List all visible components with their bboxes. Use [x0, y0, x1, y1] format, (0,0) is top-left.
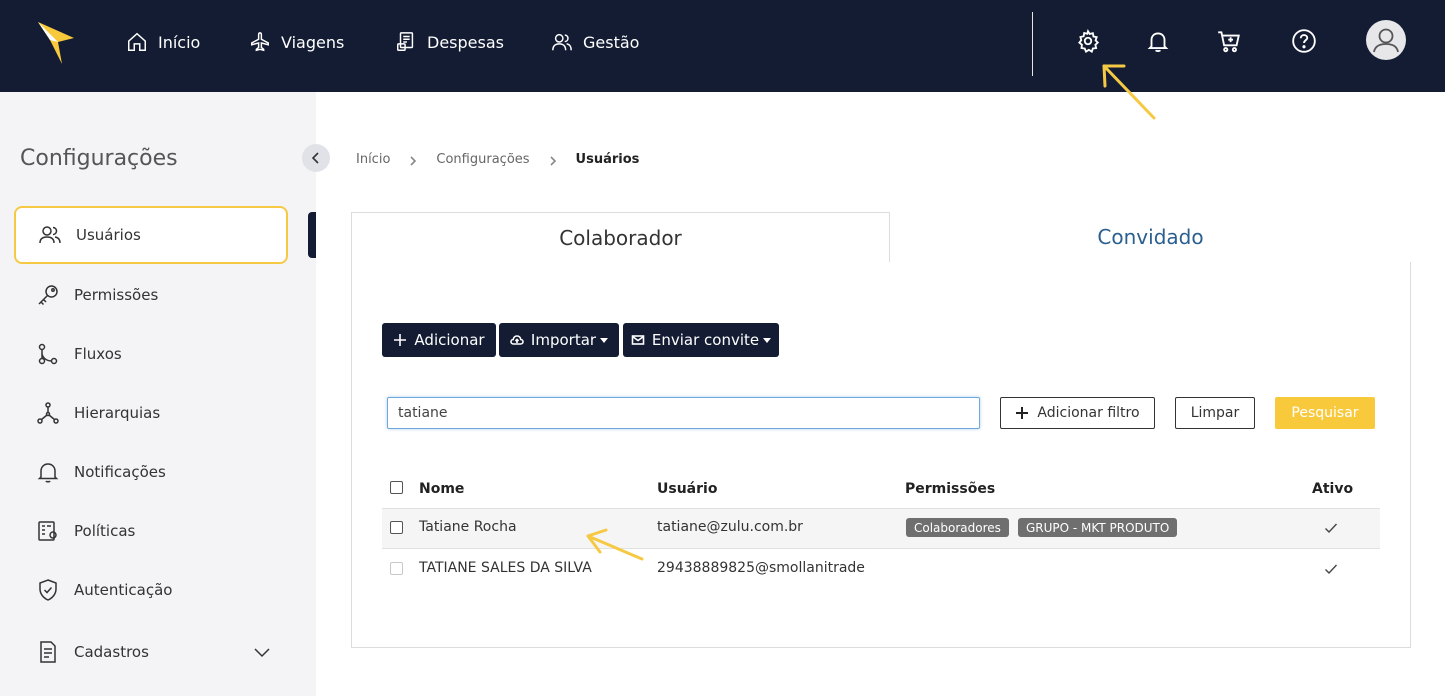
settings-button[interactable]	[1075, 28, 1101, 54]
send-invite-button[interactable]: Enviar convite	[623, 323, 779, 357]
help-button[interactable]	[1291, 28, 1317, 54]
row-checkbox[interactable]	[390, 562, 403, 575]
bell-icon	[1147, 32, 1169, 52]
breadcrumb-inicio[interactable]: Início	[356, 152, 390, 167]
tab-colaborador[interactable]: Colaborador	[351, 212, 890, 263]
sidebar-item-label: Permissões	[74, 286, 159, 304]
chevron-left-icon	[311, 152, 319, 164]
add-filter-button[interactable]: Adicionar filtro	[1000, 397, 1155, 429]
policy-icon	[38, 521, 57, 541]
nav-gestao[interactable]: Gestão	[551, 28, 639, 56]
cloud-upload-icon	[510, 335, 524, 345]
sidebar-item-fluxos[interactable]: Fluxos	[14, 325, 288, 383]
add-user-label: Adicionar	[414, 331, 485, 349]
select-all-checkbox[interactable]	[390, 481, 403, 494]
cart-button[interactable]	[1216, 28, 1242, 54]
user-avatar-icon	[1373, 28, 1399, 53]
sidebar-item-label: Políticas	[74, 522, 136, 540]
cart-icon	[1218, 31, 1240, 53]
permission-badge: GRUPO - MKT PRODUTO	[1018, 518, 1178, 537]
sidebar-item-politicas[interactable]: Políticas	[14, 502, 288, 560]
sidebar-item-label: Notificações	[74, 463, 166, 481]
caret-down-icon	[600, 337, 609, 343]
sidebar-item-permissoes[interactable]: Permissões	[14, 266, 288, 324]
receipt-icon	[397, 32, 414, 51]
search-input[interactable]	[387, 397, 980, 429]
import-button[interactable]: Importar	[499, 323, 619, 357]
chevron-down-icon[interactable]	[252, 642, 272, 662]
sidebar-item-hierarquias[interactable]: Hierarquias	[14, 384, 288, 442]
row-nome[interactable]: TATIANE SALES DA SILVA	[419, 560, 592, 576]
tab-panel	[351, 262, 1411, 648]
bell-icon	[37, 463, 59, 483]
plus-icon	[394, 334, 407, 346]
gear-icon	[1078, 28, 1100, 53]
app-logo[interactable]	[36, 20, 76, 66]
active-check-icon	[1324, 561, 1338, 575]
sidebar-title: Configurações	[20, 146, 178, 171]
sidebar-item-label: Hierarquias	[74, 404, 161, 422]
top-navbar: Início Viagens Despesas Gestão	[0, 0, 1445, 92]
active-indicator	[308, 212, 316, 258]
breadcrumb: Início Configurações Usuários	[356, 152, 639, 167]
sidebar-item-label: Autenticação	[74, 581, 173, 599]
plane-icon	[251, 32, 269, 52]
mail-icon	[631, 335, 645, 345]
chevron-right-icon	[408, 155, 418, 166]
notifications-button[interactable]	[1145, 28, 1171, 54]
row-nome[interactable]: Tatiane Rocha	[419, 519, 517, 535]
key-icon	[38, 285, 58, 306]
column-header-permissoes[interactable]: Permissões	[905, 481, 995, 497]
row-usuario: tatiane@zulu.com.br	[657, 519, 803, 535]
sidebar-item-label: Cadastros	[74, 643, 149, 661]
nav-inicio[interactable]: Início	[126, 28, 200, 56]
plus-icon	[1016, 407, 1029, 419]
column-header-usuario[interactable]: Usuário	[657, 481, 717, 497]
nav-despesas-label: Despesas	[427, 32, 504, 52]
nav-viagens-label: Viagens	[281, 32, 345, 52]
document-icon	[40, 641, 56, 663]
clear-button[interactable]: Limpar	[1175, 397, 1255, 429]
sidebar-collapse-button[interactable]	[302, 144, 330, 172]
row-usuario: 29438889825@smollanitrade	[657, 560, 865, 576]
column-header-ativo[interactable]: Ativo	[1312, 481, 1353, 497]
tab-convidado[interactable]: Convidado	[890, 212, 1411, 263]
nav-gestao-label: Gestão	[583, 32, 640, 52]
help-icon	[1292, 29, 1316, 53]
search-button[interactable]: Pesquisar	[1275, 397, 1375, 429]
nav-inicio-label: Início	[158, 32, 201, 52]
add-filter-label: Adicionar filtro	[1037, 405, 1140, 421]
permission-badge: Colaboradores	[906, 518, 1009, 537]
users-icon	[552, 33, 572, 51]
row-checkbox[interactable]	[390, 521, 403, 534]
sidebar-item-label: Usuários	[76, 226, 141, 244]
sidebar-item-notificacoes[interactable]: Notificações	[14, 443, 288, 501]
hierarchy-icon	[37, 402, 59, 424]
sidebar-item-usuarios[interactable]: Usuários	[14, 206, 288, 264]
add-user-button[interactable]: Adicionar	[382, 323, 496, 357]
breadcrumb-usuarios: Usuários	[575, 152, 640, 167]
home-icon	[128, 32, 146, 51]
sidebar-item-autenticacao[interactable]: Autenticação	[14, 561, 288, 619]
shield-icon	[39, 579, 57, 601]
send-invite-label: Enviar convite	[651, 331, 760, 349]
navbar-divider	[1032, 12, 1033, 76]
import-label: Importar	[530, 331, 597, 349]
sidebar-item-label: Fluxos	[74, 345, 122, 363]
breadcrumb-configuracoes[interactable]: Configurações	[436, 152, 529, 167]
column-header-nome[interactable]: Nome	[419, 481, 464, 497]
table-row[interactable]	[382, 508, 1380, 549]
caret-down-icon	[763, 337, 772, 343]
users-icon	[39, 226, 61, 244]
flow-icon	[38, 343, 58, 365]
chevron-right-icon	[548, 155, 558, 166]
sidebar-item-cadastros[interactable]: Cadastros	[14, 623, 288, 681]
user-type-tabs: Colaborador Convidado	[351, 212, 1411, 263]
active-check-icon	[1324, 520, 1338, 534]
nav-despesas[interactable]: Despesas	[395, 28, 504, 56]
avatar[interactable]	[1366, 20, 1406, 60]
nav-viagens[interactable]: Viagens	[249, 28, 344, 56]
